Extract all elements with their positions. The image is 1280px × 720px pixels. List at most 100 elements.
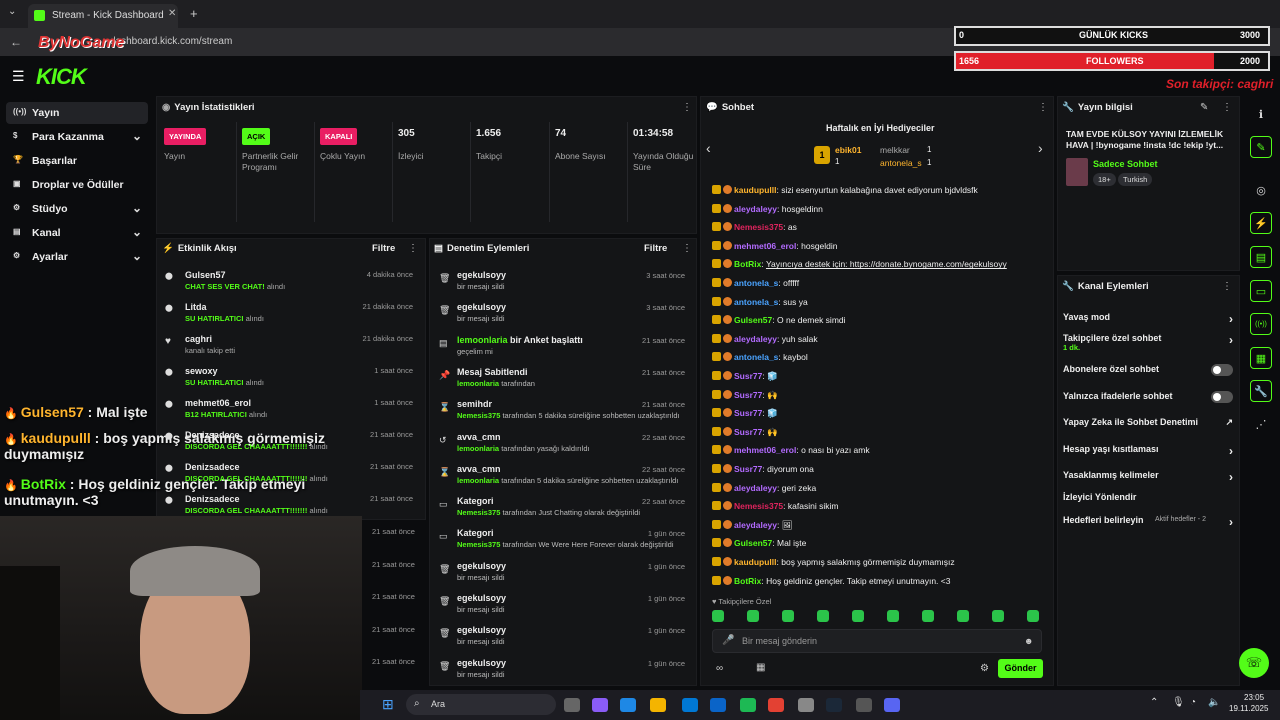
- gifters-prev-button[interactable]: ‹: [706, 140, 711, 156]
- chat-username[interactable]: aleydaleyy: [734, 483, 777, 493]
- channel-action-row[interactable]: Yavaş mod ›: [1063, 312, 1233, 326]
- chat-username[interactable]: mehmet06_erol: [734, 241, 796, 251]
- kick-logo[interactable]: KICK: [36, 64, 87, 90]
- tray-chevron-icon[interactable]: ⌃: [1150, 697, 1158, 708]
- broadcast-icon[interactable]: ((•)): [1250, 313, 1272, 335]
- toggle-switch[interactable]: [1211, 364, 1233, 376]
- url-text[interactable]: dashboard.kick.com/stream: [110, 36, 232, 47]
- moderation-row[interactable]: 🗑 egekulsoyy bir mesajı sildi 3 saat önce: [439, 302, 691, 334]
- emote-icon[interactable]: [747, 610, 759, 622]
- chat-username[interactable]: antonela_s: [734, 297, 778, 307]
- moderation-row[interactable]: 📌 Mesaj Sabitlendi lemoonlaria tarafından 2…: [439, 367, 691, 399]
- toggle-switch[interactable]: [1211, 391, 1233, 403]
- chat-message[interactable]: aleydaleyy: 🖼: [712, 519, 1047, 534]
- channel-action-row[interactable]: Takipçilere özel sohbet 1 dk. ›: [1063, 333, 1233, 352]
- moderation-row[interactable]: ▭ Kategori Nemesis375 tarafından Just Chat…: [439, 496, 691, 528]
- copilot-icon[interactable]: [592, 698, 608, 712]
- activity-row[interactable]: ⬤ Litda SU HATIRLATICI alındı 21 dakika önc…: [165, 302, 417, 332]
- channel-action-row[interactable]: Hesap yaşı kısıtlaması ›: [1063, 444, 1233, 458]
- stats-menu-icon[interactable]: ⋮: [682, 102, 692, 113]
- spotify-icon[interactable]: [740, 698, 756, 712]
- chat-username[interactable]: antonela_s: [734, 278, 778, 288]
- sidebar-item[interactable]: ▤ Kanal ⌄: [6, 222, 148, 244]
- send-button[interactable]: Gönder: [998, 659, 1043, 678]
- chat-username[interactable]: Gulsen57: [734, 538, 772, 548]
- chat-username[interactable]: Gulsen57: [734, 315, 772, 325]
- moderation-row[interactable]: ▭ Kategori Nemesis375 tarafından We Were H…: [439, 528, 691, 560]
- browser-tab[interactable]: Stream - Kick Dashboard: [28, 4, 178, 28]
- edit-icon[interactable]: ✎: [1200, 102, 1208, 113]
- moderation-row[interactable]: 🗑 egekulsoyy bir mesajı sildi 1 gün önce: [439, 593, 691, 625]
- new-tab-button[interactable]: +: [190, 6, 198, 21]
- bolt-icon[interactable]: ⚡: [1250, 212, 1272, 234]
- moderation-row[interactable]: ⌛ avva_cmn lemoonlaria tarafından 5 dakika…: [439, 464, 691, 496]
- activity-row[interactable]: ⬤ Denizsadece DISCORDA GEL CHAAAATTT!!!!!!…: [165, 494, 417, 524]
- chat-message[interactable]: kaudupulll: sizi esenyurtun kalabağına d…: [712, 185, 1047, 199]
- sidebar-item[interactable]: ▣ Droplar ve Ödüller: [6, 174, 148, 196]
- chat-message[interactable]: antonela_s: kaybol: [712, 352, 1047, 366]
- wifi-icon[interactable]: ◔: [1190, 697, 1196, 708]
- channel-action-row[interactable]: Yapay Zeka ile Sohbet Denetimi ↗: [1063, 417, 1233, 427]
- chat-message[interactable]: Susr77: diyorum ona: [712, 464, 1047, 478]
- chat-username[interactable]: aleydaleyy: [734, 204, 777, 214]
- discord-icon[interactable]: [884, 698, 900, 712]
- chat-username[interactable]: Susr77: [734, 390, 762, 400]
- stream-category[interactable]: Sadece Sohbet: [1093, 159, 1158, 169]
- wrench-icon[interactable]: 🔧: [1250, 380, 1272, 402]
- gifter-name[interactable]: ebik01: [835, 145, 861, 155]
- emote-icon[interactable]: [712, 610, 724, 622]
- layers-icon[interactable]: ▦: [1250, 347, 1272, 369]
- emote-icon[interactable]: [922, 610, 934, 622]
- sidebar-item[interactable]: $ Para Kazanma ⌄: [6, 126, 148, 148]
- volume-icon[interactable]: 🔈: [1208, 697, 1220, 708]
- chat-message[interactable]: Nemesis375: as: [712, 222, 1047, 236]
- emote-icon[interactable]: [957, 610, 969, 622]
- folder-icon[interactable]: [564, 698, 580, 712]
- chrome-icon[interactable]: [768, 698, 784, 712]
- chat-username[interactable]: kaudupulll: [734, 185, 777, 195]
- windows-start-icon[interactable]: ⊞: [382, 696, 394, 713]
- chat-message[interactable]: kaudupulll: boş yapmış salakmış görmemiş…: [712, 557, 1047, 571]
- channel-action-row[interactable]: Yalnızca ifadelerle sohbet: [1063, 391, 1233, 403]
- moderation-row[interactable]: 🗑 egekulsoyy bir mesajı sildi 3 saat önce: [439, 270, 691, 302]
- sidebar-item[interactable]: ⚙ Ayarlar ⌄: [6, 246, 148, 268]
- sidebar-item[interactable]: ((•)) Yayın: [6, 102, 148, 124]
- steam-icon[interactable]: [826, 698, 842, 712]
- tab-close-icon[interactable]: ✕: [168, 8, 176, 19]
- taskbar-search[interactable]: [406, 694, 556, 715]
- channel-action-row[interactable]: Hedefleri belirleyin Aktif hedefler - 2 ›: [1063, 515, 1233, 529]
- menu-icon[interactable]: ☰: [12, 68, 25, 85]
- activity-filter-button[interactable]: Filtre: [372, 243, 395, 254]
- chat-message[interactable]: mehmet06_erol: o nası bi yazı amk: [712, 445, 1047, 459]
- chat-message[interactable]: aleydaleyy: yuh salak: [712, 333, 1047, 348]
- moderation-row[interactable]: ▤ lemoonlaria bir Anket başlattı geçelim m…: [439, 335, 691, 367]
- infinity-icon[interactable]: ∞: [716, 663, 723, 674]
- chat-username[interactable]: Nemesis375: [734, 222, 783, 232]
- chat-username[interactable]: Nemesis375: [734, 501, 783, 511]
- chat-message[interactable]: aleydaleyy: hosgeldinn: [712, 203, 1047, 218]
- chat-username[interactable]: antonela_s: [734, 352, 778, 362]
- emoji-icon[interactable]: ☻: [1024, 636, 1033, 646]
- target-icon[interactable]: ◎: [1250, 180, 1272, 202]
- sidebar-item[interactable]: ⚙ Stüdyo ⌄: [6, 198, 148, 220]
- chat-username[interactable]: Susr77: [734, 371, 762, 381]
- gifters-next-button[interactable]: ›: [1038, 140, 1043, 156]
- dots-icon[interactable]: ⋰: [1250, 414, 1272, 436]
- chat-message[interactable]: BotRix: Hoş geldiniz gençler. Takip etme…: [712, 575, 1047, 590]
- sidebar-item[interactable]: 🏆 Başarılar: [6, 150, 148, 172]
- activity-row[interactable]: ⬤ Denizsadece DISCORDA GEL CHAAAATTT!!!!!!…: [165, 462, 417, 492]
- chat-message[interactable]: Gulsen57: Mal işte: [712, 538, 1047, 552]
- chat-username[interactable]: kaudupulll: [734, 557, 777, 567]
- channel-actions-menu-icon[interactable]: ⋮: [1222, 281, 1232, 292]
- gifter-name[interactable]: antonela_s: [880, 158, 922, 168]
- outlook-icon[interactable]: [710, 698, 726, 712]
- moderation-row[interactable]: 🗑 egekulsoyy bir mesajı sildi 1 gün önce: [439, 625, 691, 657]
- chat-message[interactable]: Susr77: 🧊: [712, 408, 1047, 422]
- chat-message[interactable]: antonela_s: offfff: [712, 278, 1047, 292]
- chat-message[interactable]: Susr77: 🧊: [712, 371, 1047, 385]
- emote-icon[interactable]: [817, 610, 829, 622]
- files-icon[interactable]: [650, 698, 666, 712]
- chat-username[interactable]: Susr77: [734, 427, 762, 437]
- channel-action-row[interactable]: İzleyici Yönlendir: [1063, 492, 1233, 502]
- emote-icon[interactable]: [852, 610, 864, 622]
